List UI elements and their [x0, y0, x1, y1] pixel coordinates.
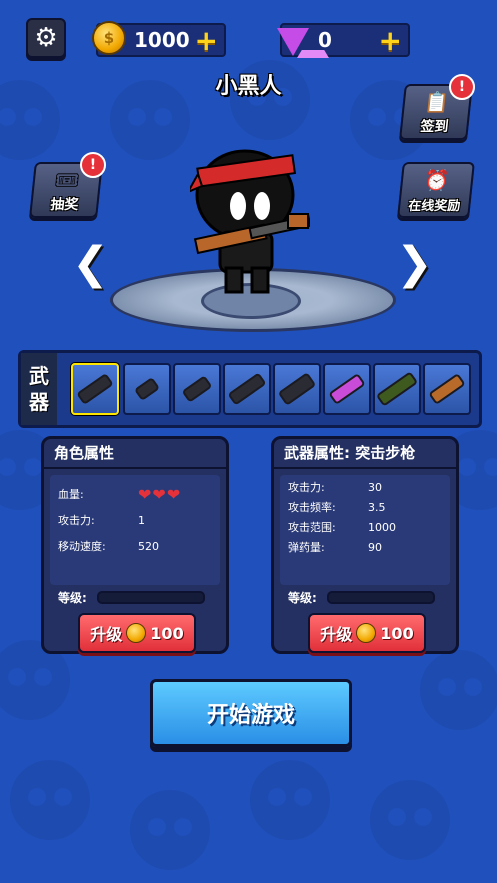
upgrade-weapon-button[interactable]: 升级 100	[308, 613, 426, 653]
stat-row: 攻击力: 1	[58, 513, 145, 528]
level-indicator: 等级:	[288, 589, 435, 606]
weapon-slot-pistol[interactable]	[123, 363, 171, 415]
start-game-button[interactable]: 开始游戏	[150, 679, 352, 747]
online-reward-button[interactable]: ⏰ 在线奖励	[397, 162, 475, 218]
heart-icons: ❤❤❤	[138, 484, 182, 504]
add-coins-button[interactable]: +	[195, 24, 218, 57]
skull-pattern	[370, 780, 450, 860]
character-attributes-panel: 角色属性 血量: ❤❤❤ 攻击力: 1 移动速度: 520 等级: 升级 100	[41, 436, 229, 654]
checkin-label: 签到	[419, 119, 450, 135]
weapon-slot-heavy-machine-gun[interactable]	[273, 363, 321, 415]
prev-character-button[interactable]: ❮	[72, 238, 109, 289]
smg-icon	[184, 378, 210, 400]
weapon-slot-smg[interactable]	[173, 363, 221, 415]
weapon-label: 武器	[21, 353, 57, 425]
weapon-slot-rocket-launcher[interactable]	[423, 363, 471, 415]
weapon-selector: 武器	[18, 350, 482, 428]
checkin-alert-badge: !	[449, 74, 475, 100]
character-sprite	[190, 149, 310, 294]
coin-counter: $ 1000 +	[92, 21, 226, 57]
panel-title: 角色属性	[44, 439, 226, 469]
level-bar	[96, 591, 205, 604]
weapon-slot-sniper-rifle[interactable]	[373, 363, 421, 415]
lottery-label: 抽奖	[49, 197, 80, 213]
sniper-rifle-icon	[378, 374, 416, 404]
stat-row: 弹药量: 90	[288, 540, 382, 555]
stat-row: 攻击频率: 3.5	[288, 500, 386, 515]
skull-pattern	[130, 790, 210, 870]
laser-gun-icon	[331, 375, 363, 403]
weapon-attributes-panel: 武器属性: 突击步枪 攻击力: 30 攻击频率: 3.5 攻击范围: 1000 弹药量…	[271, 436, 459, 654]
assault-rifle-icon	[79, 375, 111, 403]
gem-icon	[274, 19, 329, 58]
level-bar	[326, 591, 435, 604]
stat-row: 血量: ❤❤❤	[58, 484, 182, 504]
coin-amount: 1000	[134, 28, 190, 52]
pistol-icon	[136, 379, 158, 399]
panel-title: 武器属性: 突击步枪	[274, 439, 456, 469]
stat-row: 攻击范围: 1000	[288, 520, 396, 535]
gear-icon: ⚙	[34, 23, 58, 53]
shotgun-icon	[230, 375, 264, 403]
coin-icon	[126, 623, 147, 643]
skull-pattern	[10, 760, 90, 840]
skull-pattern	[420, 650, 497, 730]
next-character-button[interactable]: ❯	[396, 238, 433, 289]
heavy-gun-icon	[280, 374, 314, 404]
level-indicator: 等级:	[58, 589, 205, 606]
gem-counter: 0 +	[277, 23, 410, 58]
stats-box: 血量: ❤❤❤ 攻击力: 1 移动速度: 520	[50, 475, 220, 585]
weapon-slot-laser-gun[interactable]	[323, 363, 371, 415]
settings-button[interactable]: ⚙	[26, 18, 66, 58]
stat-row: 移动速度: 520	[58, 539, 159, 554]
skull-pattern	[250, 760, 330, 840]
online-reward-label: 在线奖励	[407, 199, 462, 214]
weapon-slot-shotgun[interactable]	[223, 363, 271, 415]
coin-icon	[356, 623, 377, 643]
upgrade-character-button[interactable]: 升级 100	[78, 613, 196, 653]
coin-icon: $	[90, 19, 128, 57]
weapon-slot-assault-rifle[interactable]	[71, 363, 119, 415]
gem-amount: 0	[318, 28, 332, 52]
clock-icon: ⏰	[423, 168, 451, 192]
lottery-alert-badge: !	[80, 152, 106, 178]
stat-row: 攻击力: 30	[288, 480, 382, 495]
add-gems-button[interactable]: +	[379, 24, 402, 57]
stats-box: 攻击力: 30 攻击频率: 3.5 攻击范围: 1000 弹药量: 90	[280, 475, 450, 585]
rocket-launcher-icon	[431, 375, 463, 403]
